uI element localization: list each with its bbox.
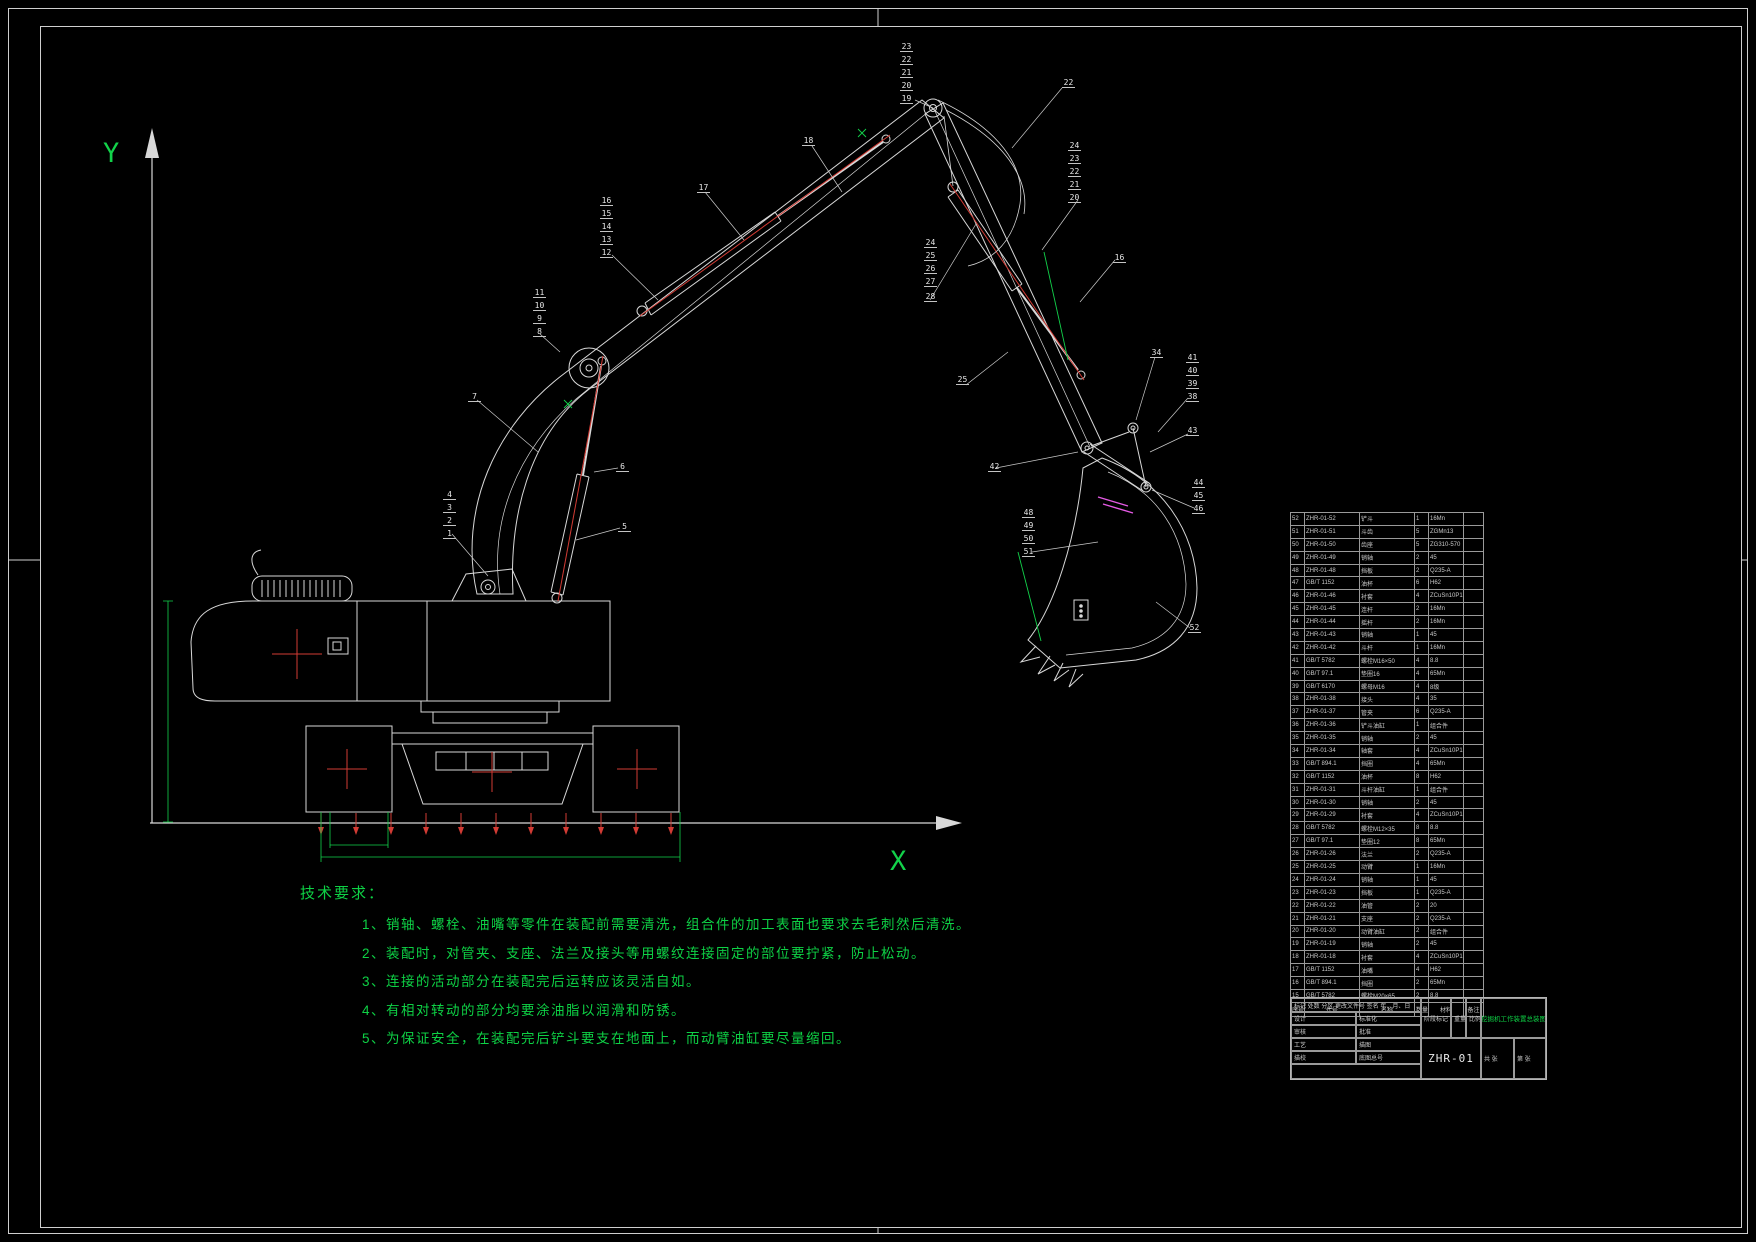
parts-table-row: 42 ZHR-01-42 斗杆 1 16Mn: [1290, 640, 1484, 655]
parts-table-row: 48 ZHR-01-48 挡板 2 Q235-A: [1290, 563, 1484, 578]
title-block-check-label: 审核: [1291, 1025, 1356, 1038]
parts-table-row: 16 GB/T 894.1 挡圈 2 65Mn: [1290, 976, 1484, 990]
y-axis-arrowhead: [145, 128, 159, 158]
parts-table-row: 49 ZHR-01-49 销轴 2 45: [1290, 550, 1484, 565]
drawing-title: 挖掘机工作装置总装图: [1481, 998, 1546, 1038]
parts-table-row: 50 ZHR-01-50 齿座 5 ZG310-570: [1290, 537, 1484, 552]
bucket-cylinder-centerline: [949, 183, 1085, 381]
track-shoe-marks: [318, 813, 674, 835]
parts-table-row: 32 GB/T 1152 油杯 8 H62: [1290, 769, 1484, 784]
drawing-sheet: Y X 23 22 21 20 19 18 22 24 23 22 21 20 17 16 15 14 13 12…: [0, 0, 1756, 1242]
linkage-highlight: [1097, 496, 1134, 514]
parts-table-row: 40 GB/T 97.1 垫圈16 4 65Mn: [1290, 666, 1484, 681]
parts-table-row: 18 ZHR-01-18 衬套 4 ZCuSn10P1: [1290, 950, 1484, 965]
parts-table-row: 44 ZHR-01-44 摇杆 2 16Mn: [1290, 615, 1484, 630]
boom-cylinder-rod-joint: [568, 347, 610, 389]
parts-table-row: 38 ZHR-01-38 接头 4 35: [1290, 692, 1484, 707]
drawing-number: ZHR-01: [1421, 1038, 1481, 1079]
excavator-upper-body: [190, 549, 611, 702]
bucket-linkage: [1083, 422, 1152, 493]
parts-table-row: 51 ZHR-01-51 斗齿 5 ZGMn13: [1290, 524, 1484, 539]
title-block-scale-label: 比例: [1466, 998, 1481, 1038]
parts-table-row: 36 ZHR-01-36 铲斗油缸 1 组合件: [1290, 718, 1484, 733]
exhaust-pipe: [251, 549, 262, 576]
parts-table-row: 24 ZHR-01-24 销轴 1 45: [1290, 872, 1484, 887]
tech-requirement-item: 3、连接的活动部分在装配完后运转应该灵活自如。: [362, 974, 702, 989]
parts-table: 52 ZHR-01-52 铲斗 1 16Mn 51 ZHR-01-51 斗齿 5 ZGMn13 50…: [1290, 512, 1484, 1017]
parts-table-row: 23 ZHR-01-23 挡板 1 Q235-A: [1290, 885, 1484, 900]
title-block-base-no-label: 底图总号: [1356, 1051, 1421, 1064]
title-block-sheets-label: 共 张: [1481, 1038, 1514, 1079]
parts-table-body: 52 ZHR-01-52 铲斗 1 16Mn 51 ZHR-01-51 斗齿 5 ZGMn13 50…: [1290, 512, 1484, 1003]
title-block-sheet-label: 第 张: [1514, 1038, 1546, 1079]
title-block-stage-label: 阶段标记: [1421, 998, 1451, 1038]
title-block: 标记 处数 分区 更改文件号 签名 年、月、日 设计 标准化 审核 批准 工艺 …: [1290, 997, 1547, 1080]
boom-cylinder: [550, 356, 607, 604]
bucket: [1019, 457, 1198, 688]
boom-cylinder-centerline: [557, 355, 604, 602]
body-centerlines: [272, 629, 322, 679]
parts-table-row: 37 ZHR-01-37 管夹 6 Q235-A: [1290, 705, 1484, 720]
radiator-grille: [261, 580, 341, 597]
parts-table-row: 46 ZHR-01-46 衬套 4 ZCuSn10P1: [1290, 589, 1484, 604]
undercarriage-centerlines: [327, 749, 657, 792]
title-block-revision-row: 标记 处数 分区 更改文件号 签名 年、月、日: [1291, 998, 1421, 1012]
parts-table-row: 19 ZHR-01-19 销轴 2 45: [1290, 937, 1484, 952]
parts-table-row: 31 ZHR-01-31 斗杆油缸 1 组合件: [1290, 782, 1484, 797]
tech-requirement-item: 2、装配时，对管夹、支座、法兰及接头等用螺纹连接固定的部位要拧紧，防止松动。: [362, 945, 927, 961]
x-axis-arrowhead: [936, 816, 962, 830]
parts-table-row: 28 GB/T 5782 螺栓M12×35 8 8.8: [1290, 821, 1484, 836]
engine-hood: [251, 575, 353, 602]
technical-requirements: 技术要求： 1、销轴、螺栓、油嘴等零件在装配前需要清洗，组合件的加工表面也要求去…: [300, 882, 971, 1054]
title-block-standard-label: 标准化: [1356, 1012, 1421, 1025]
parts-table-row: 47 GB/T 1152 油杯 6 H62: [1290, 576, 1484, 591]
parts-table-row: 45 ZHR-01-45 连杆 2 16Mn: [1290, 602, 1484, 617]
tech-requirement-item: 5、为保证安全，在装配完后铲斗要支在地面上，而动臂油缸要尽量缩回。: [362, 1031, 852, 1046]
green-trace-marks: [563, 128, 1069, 642]
parts-table-row: 39 GB/T 6170 螺母M16 4 8级: [1290, 679, 1484, 694]
title-block-trace-check-label: 描校: [1291, 1051, 1356, 1064]
title-block-design-label: 设计: [1291, 1012, 1356, 1025]
parts-table-row: 26 ZHR-01-26 法兰 2 Q235-A: [1290, 847, 1484, 862]
technical-requirements-title: 技术要求：: [300, 885, 386, 902]
parts-table-row: 33 GB/T 894.1 挡圈 4 65Mn: [1290, 756, 1484, 771]
title-block-process-label: 工艺: [1291, 1038, 1356, 1051]
hydraulic-hoses: [937, 99, 1026, 267]
arm-cylinder-centerline: [639, 134, 891, 317]
parts-table-row: 21 ZHR-01-21 支座 2 Q235-A: [1290, 911, 1484, 926]
turntable: [420, 700, 560, 724]
title-block-signature-row: [1291, 1064, 1421, 1079]
parts-table-row: 27 GB/T 97.1 垫圈12 8 65Mn: [1290, 834, 1484, 849]
boom-foot-pivot: [480, 579, 496, 595]
title-block-weight-label: 重量: [1451, 998, 1466, 1038]
callout-leader-lines: [451, 87, 1195, 629]
parts-table-row: 41 GB/T 5782 螺栓M16×50 4 8.8: [1290, 653, 1484, 668]
parts-table-row: 17 GB/T 1152 油嘴 4 H62: [1290, 963, 1484, 978]
parts-table-row: 43 ZHR-01-43 销轴 1 45: [1290, 628, 1484, 642]
x-axis-label: X: [890, 846, 907, 877]
tech-requirement-item: 4、有相对转动的部分均要涂油脂以润滑和防锈。: [362, 1002, 687, 1018]
parts-table-row: 30 ZHR-01-30 销轴 2 45: [1290, 795, 1484, 810]
parts-table-row: 34 ZHR-01-34 轴套 4 ZCuSn10P1: [1290, 744, 1484, 758]
parts-table-row: 52 ZHR-01-52 铲斗 1 16Mn: [1290, 512, 1484, 526]
tech-requirement-item: 1、销轴、螺栓、油嘴等零件在装配前需要清洗，组合件的加工表面也要求去毛刺然后清洗…: [362, 917, 972, 932]
parts-table-row: 22 ZHR-01-22 油管 2 20: [1290, 898, 1484, 913]
coordinate-axes: [150, 150, 936, 824]
title-block-approve-label: 批准: [1356, 1025, 1421, 1038]
title-block-trace-label: 描图: [1356, 1038, 1421, 1051]
parts-table-row: 20 ZHR-01-20 动臂油缸 2 组合件: [1290, 924, 1484, 939]
y-axis-label: Y: [103, 138, 120, 169]
parts-table-row: 35 ZHR-01-35 销轴 2 45: [1290, 731, 1484, 746]
arm: [924, 102, 1103, 455]
tech-items: 1、销轴、螺栓、油嘴等零件在装配前需要清洗，组合件的加工表面也要求去毛刺然后清洗…: [300, 911, 971, 1054]
parts-table-row: 25 ZHR-01-25 动臂 1 16Mn: [1290, 860, 1484, 874]
parts-table-row: 29 ZHR-01-29 衬套 4 ZCuSn10P1: [1290, 808, 1484, 823]
boom: [471, 98, 945, 595]
